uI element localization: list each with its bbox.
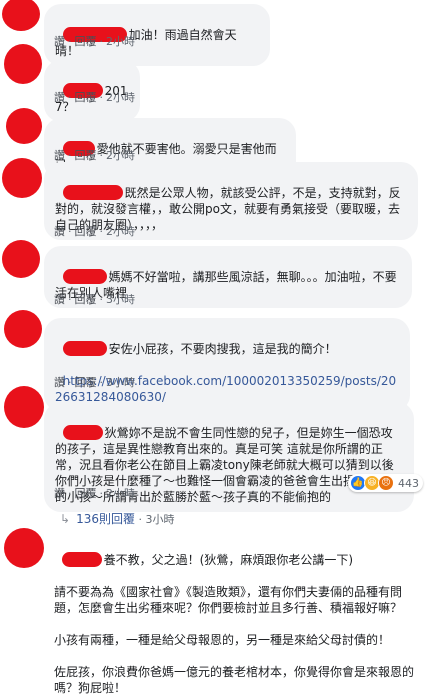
timestamp[interactable]: 2小時 [106,149,135,162]
timestamp[interactable]: 3小時 [145,513,174,526]
like-link[interactable]: 讚 [54,225,65,238]
timestamp[interactable]: 2小時 [106,225,135,238]
comment-actions: 讚 · 回覆 · 2小時 [54,91,135,104]
timestamp[interactable]: 2小時 [106,91,135,104]
comment-actions: 讚 · 回覆 · 2小時 [54,149,135,162]
avatar[interactable] [2,158,42,198]
reaction-count: 443 [398,476,419,490]
like-link[interactable]: 讚 [54,376,65,389]
comment-text: 養不教，父之過！(狄鶯，麻煩跟你老公講一下) 請不要為為《國家社會》《製造敗類》… [54,553,415,695]
redacted-name [62,425,103,440]
like-link[interactable]: 讚 [54,293,65,306]
redacted-name [62,269,107,284]
comment-text: 安佐小屁孩，不要肉搜我，這是我的簡介！ [108,342,337,356]
timestamp[interactable]: 3小時 [106,293,135,306]
avatar[interactable] [4,528,44,568]
redacted-name [62,341,107,356]
avatar[interactable] [2,240,40,278]
comment-actions: 讚 · 回覆 · 3小時 [54,376,135,389]
avatar[interactable] [4,310,42,348]
reply-link[interactable]: 回覆 [75,225,97,238]
timestamp[interactable]: 2小時 [106,487,135,500]
comment-actions: 讚 · 回覆 · 2小時 [54,487,135,500]
like-link[interactable]: 讚 [54,35,65,48]
comment-actions: 讚 · 回覆 · 2小時 [54,225,135,238]
reply-link[interactable]: 回覆 [75,149,97,162]
redacted-name [61,552,102,567]
avatar[interactable] [4,44,42,84]
reply-link[interactable]: 回覆 [75,376,97,389]
reply-link[interactable]: 回覆 [75,487,97,500]
timestamp[interactable]: 3小時 [106,376,135,389]
avatar[interactable] [2,0,40,31]
like-link[interactable]: 讚 [54,149,65,162]
view-replies-link[interactable]: ↳ 136則回覆 · 3小時 [60,510,174,527]
comment-bubble: 安佐小屁孩，不要肉搜我，這是我的簡介！ https://www.facebook… [44,318,410,412]
avatar[interactable] [6,108,42,144]
reply-arrow-icon: ↳ [60,512,71,526]
reply-link[interactable]: 回覆 [75,35,97,48]
angry-reaction-icon: 😠 [378,475,394,491]
like-link[interactable]: 讚 [54,487,65,500]
reactions-summary[interactable]: 👍 😆 😠 443 [348,474,423,492]
like-link[interactable]: 讚 [54,91,65,104]
reply-count[interactable]: 136則回覆 [76,512,135,526]
redacted-name [62,185,123,200]
comment-actions: 讚 · 回覆 · 3小時 [54,293,135,306]
comment-bubble: 養不教，父之過！(狄鶯，麻煩跟你老公講一下) 請不要為為《國家社會》《製造敗類》… [54,532,414,696]
comment-actions: 讚 · 回覆 · 2小時 [54,35,135,48]
reply-link[interactable]: 回覆 [75,91,97,104]
timestamp[interactable]: 2小時 [106,35,135,48]
reply-link[interactable]: 回覆 [75,293,97,306]
avatar[interactable] [4,386,44,428]
